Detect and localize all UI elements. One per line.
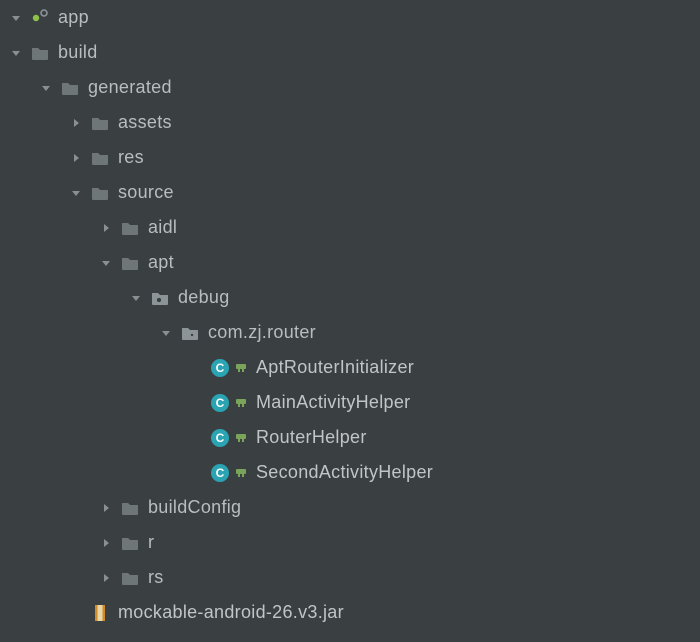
tree-row[interactable]: C RouterHelper — [0, 420, 700, 455]
tree-row[interactable]: apt — [0, 245, 700, 280]
tree-disclosure-down-icon[interactable] — [68, 185, 84, 201]
tree-item-label: mockable-android-26.v3.jar — [118, 602, 344, 623]
tree-disclosure-down-icon[interactable] — [158, 325, 174, 341]
tree-row[interactable]: build — [0, 35, 700, 70]
generated-overlay-icon — [234, 396, 248, 410]
tree-row[interactable]: com.zj.router — [0, 315, 700, 350]
tree-disclosure-down-icon[interactable] — [8, 45, 24, 61]
tree-disclosure-right-icon[interactable] — [98, 570, 114, 586]
tree-item-label: res — [118, 147, 144, 168]
tree-disclosure-down-icon[interactable] — [128, 290, 144, 306]
tree-row[interactable]: assets — [0, 105, 700, 140]
tree-item-label: buildConfig — [148, 497, 241, 518]
tree-row[interactable]: buildConfig — [0, 490, 700, 525]
tree-disclosure-down-icon[interactable] — [8, 10, 24, 26]
tree-disclosure-right-icon[interactable] — [98, 500, 114, 516]
tree-row[interactable]: generated — [0, 70, 700, 105]
folder-icon — [120, 568, 140, 588]
module-icon — [30, 8, 50, 28]
tree-item-label: generated — [88, 77, 172, 98]
tree-row[interactable]: debug — [0, 280, 700, 315]
tree-item-label: app — [58, 7, 89, 28]
tree-item-label: MainActivityHelper — [256, 392, 410, 413]
generated-overlay-icon — [234, 361, 248, 375]
tree-item-label: rs — [148, 567, 164, 588]
tree-item-label: debug — [178, 287, 230, 308]
generated-folder-icon — [150, 288, 170, 308]
class-icon: C — [210, 463, 230, 483]
tree-item-label: SecondActivityHelper — [256, 462, 433, 483]
folder-icon — [120, 533, 140, 553]
svg-text:C: C — [216, 431, 225, 445]
tree-item-label: assets — [118, 112, 172, 133]
tree-disclosure-down-icon[interactable] — [38, 80, 54, 96]
class-icon: C — [210, 393, 230, 413]
tree-disclosure-right-icon[interactable] — [68, 115, 84, 131]
folder-icon — [120, 253, 140, 273]
tree-row[interactable]: app — [0, 0, 700, 35]
tree-row[interactable]: C AptRouterInitializer — [0, 350, 700, 385]
folder-icon — [90, 113, 110, 133]
tree-item-label: r — [148, 532, 154, 553]
tree-row[interactable]: mockable-android-26.v3.jar — [0, 595, 700, 630]
class-icon: C — [210, 428, 230, 448]
tree-item-label: AptRouterInitializer — [256, 357, 414, 378]
tree-disclosure-right-icon[interactable] — [98, 220, 114, 236]
tree-item-label: apt — [148, 252, 174, 273]
tree-row[interactable]: res — [0, 140, 700, 175]
jar-icon — [90, 603, 110, 623]
tree-row[interactable]: aidl — [0, 210, 700, 245]
package-icon — [180, 323, 200, 343]
generated-overlay-icon — [234, 431, 248, 445]
tree-row[interactable]: rs — [0, 560, 700, 595]
folder-icon — [60, 78, 80, 98]
svg-text:C: C — [216, 466, 225, 480]
tree-item-label: build — [58, 42, 98, 63]
tree-item-label: RouterHelper — [256, 427, 367, 448]
tree-item-label: source — [118, 182, 174, 203]
tree-row[interactable]: r — [0, 525, 700, 560]
svg-text:C: C — [216, 361, 225, 375]
tree-disclosure-down-icon[interactable] — [98, 255, 114, 271]
folder-icon — [90, 183, 110, 203]
folder-icon — [90, 148, 110, 168]
tree-row[interactable]: source — [0, 175, 700, 210]
folder-icon — [120, 218, 140, 238]
folder-icon — [30, 43, 50, 63]
tree-row[interactable]: C SecondActivityHelper — [0, 455, 700, 490]
tree-disclosure-right-icon[interactable] — [98, 535, 114, 551]
project-tree: app build generated assets res source ai… — [0, 0, 700, 630]
tree-row[interactable]: C MainActivityHelper — [0, 385, 700, 420]
tree-item-label: aidl — [148, 217, 177, 238]
tree-disclosure-right-icon[interactable] — [68, 150, 84, 166]
tree-item-label: com.zj.router — [208, 322, 316, 343]
class-icon: C — [210, 358, 230, 378]
generated-overlay-icon — [234, 466, 248, 480]
svg-text:C: C — [216, 396, 225, 410]
folder-icon — [120, 498, 140, 518]
